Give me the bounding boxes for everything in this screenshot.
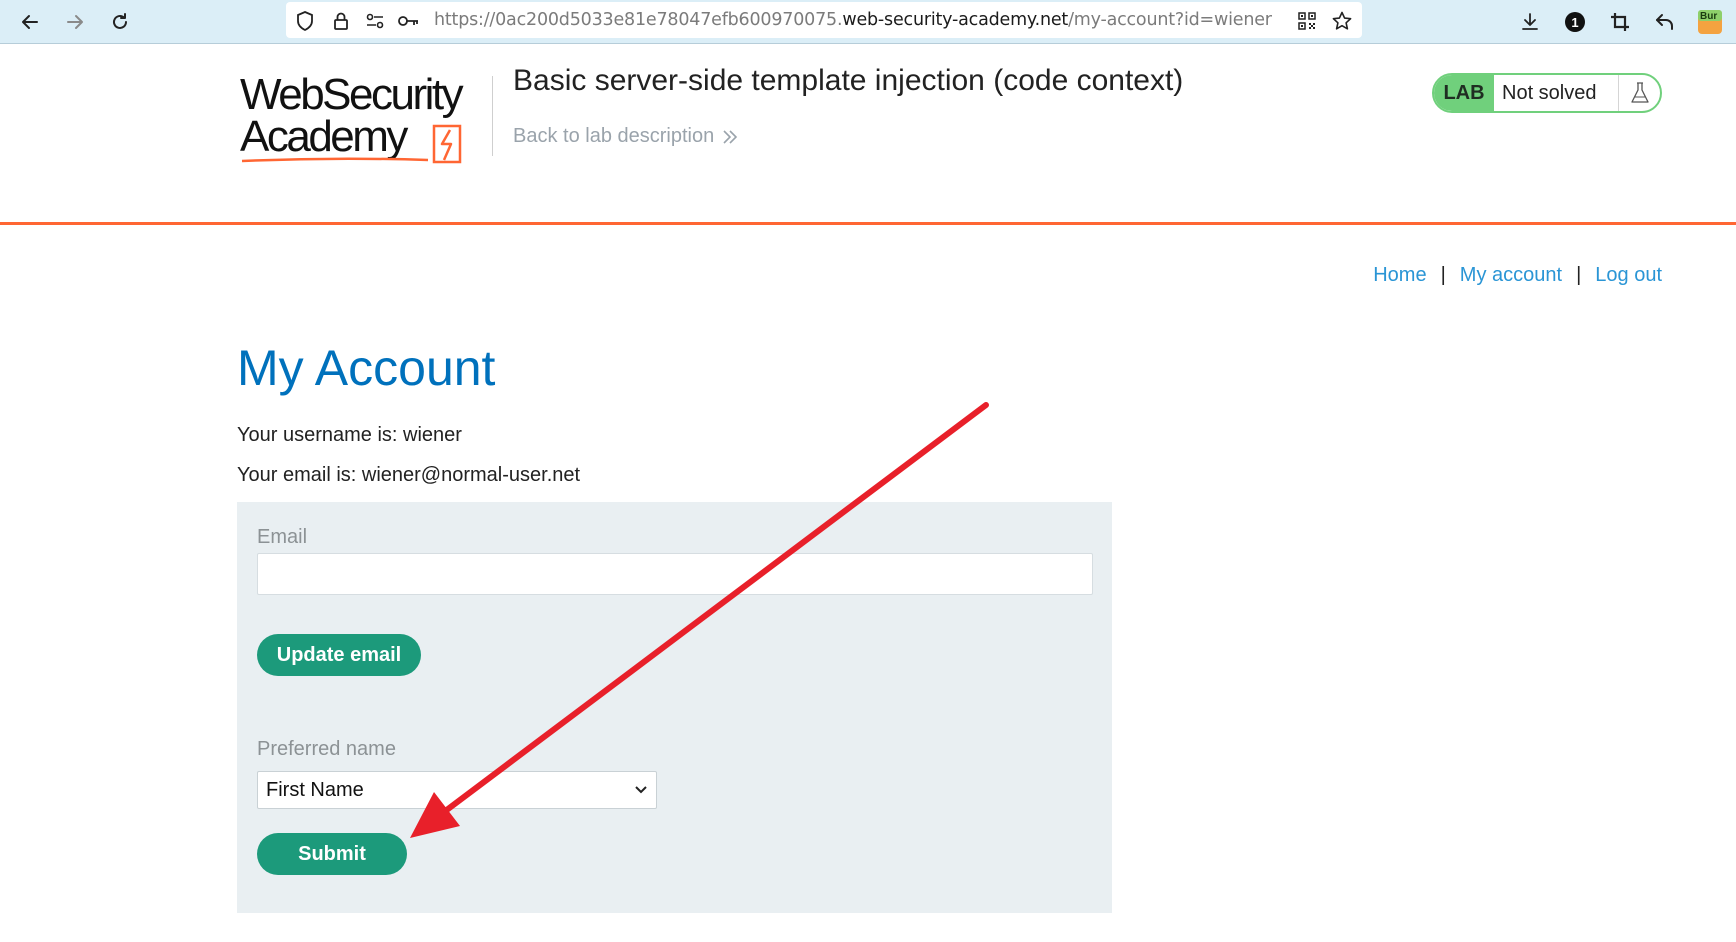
browser-toolbar: https://0ac200d5033e81e78047efb600970075… bbox=[0, 0, 1736, 44]
logo-underline-icon bbox=[241, 157, 429, 163]
email-field-label: Email bbox=[257, 526, 308, 548]
nav-separator: | bbox=[1576, 264, 1582, 286]
chevron-down-icon bbox=[635, 786, 647, 794]
shield-icon[interactable] bbox=[294, 10, 316, 32]
back-to-lab-description-link[interactable]: Back to lab description bbox=[513, 125, 738, 148]
forward-icon[interactable] bbox=[59, 6, 91, 38]
flask-icon[interactable] bbox=[1618, 75, 1660, 111]
double-chevron-right-icon bbox=[723, 129, 738, 144]
crop-icon[interactable] bbox=[1604, 6, 1636, 38]
undo-arrow-icon[interactable] bbox=[1649, 6, 1681, 38]
qr-code-icon[interactable] bbox=[1296, 10, 1318, 32]
email-field[interactable] bbox=[257, 553, 1093, 595]
account-forms-panel: Email Update email Preferred name First … bbox=[237, 502, 1112, 913]
nav-my-account-link[interactable]: My account bbox=[1460, 264, 1562, 287]
notification-badge-icon[interactable]: 1 bbox=[1559, 6, 1591, 38]
nav-separator: | bbox=[1440, 264, 1446, 286]
back-icon[interactable] bbox=[14, 6, 46, 38]
lab-tag: LAB bbox=[1434, 75, 1494, 111]
burp-extension-icon[interactable]: Bur bbox=[1694, 6, 1726, 38]
preferred-name-label: Preferred name bbox=[257, 738, 396, 760]
page-title: My Account bbox=[237, 340, 496, 396]
account-nav: Home | My account | Log out bbox=[1373, 264, 1662, 287]
back-link-label: Back to lab description bbox=[513, 125, 715, 147]
permissions-icon[interactable] bbox=[364, 10, 386, 32]
key-icon[interactable] bbox=[398, 10, 420, 32]
email-info: Your email is: wiener@normal-user.net bbox=[237, 464, 581, 486]
url-text[interactable]: https://0ac200d5033e81e78047efb600970075… bbox=[434, 10, 1272, 30]
lab-title: Basic server-side template injection (co… bbox=[513, 64, 1184, 97]
web-security-academy-logo[interactable]: WebSecurity Academy bbox=[240, 70, 490, 165]
submit-button[interactable]: Submit bbox=[257, 833, 407, 875]
preferred-name-selected-value: First Name bbox=[266, 778, 364, 801]
update-email-button[interactable]: Update email bbox=[257, 634, 421, 676]
logo-bolt-icon bbox=[432, 124, 462, 164]
lab-status-widget: LAB Not solved bbox=[1432, 73, 1662, 113]
lock-icon[interactable] bbox=[330, 10, 352, 32]
reload-icon[interactable] bbox=[104, 6, 136, 38]
header-rule bbox=[0, 222, 1736, 225]
bookmark-star-icon[interactable] bbox=[1331, 10, 1353, 32]
username-info: Your username is: wiener bbox=[237, 424, 462, 446]
lab-status: Not solved bbox=[1502, 81, 1597, 104]
header-divider bbox=[492, 76, 493, 156]
preferred-name-select[interactable]: First Name bbox=[257, 771, 657, 809]
nav-log-out-link[interactable]: Log out bbox=[1595, 264, 1662, 287]
download-icon[interactable] bbox=[1514, 6, 1546, 38]
nav-home-link[interactable]: Home bbox=[1373, 264, 1426, 287]
address-bar[interactable]: https://0ac200d5033e81e78047efb600970075… bbox=[286, 2, 1362, 38]
